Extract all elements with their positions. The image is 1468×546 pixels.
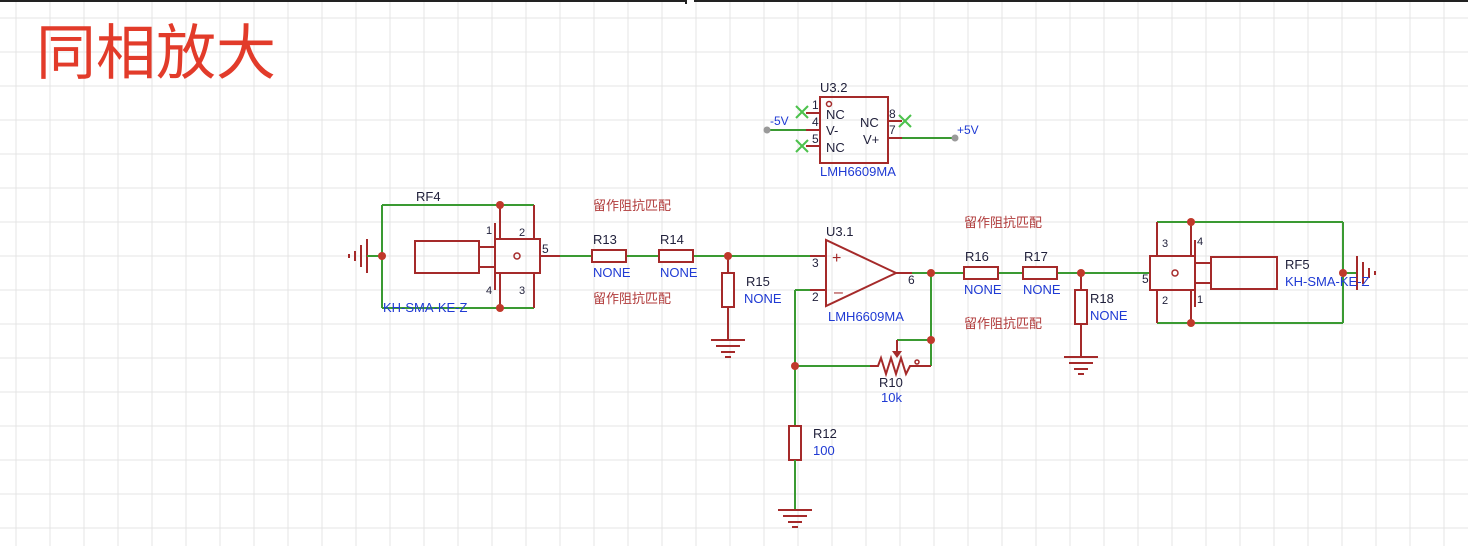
r13-resistor[interactable]: R13 NONE xyxy=(591,232,631,280)
r16-body xyxy=(963,266,999,280)
junction-dot xyxy=(927,336,935,344)
junction-dot xyxy=(1077,269,1085,277)
r18-resistor[interactable]: R18 NONE xyxy=(1074,273,1128,357)
note-impedance-match: 留作阻抗匹配 xyxy=(593,198,671,213)
rf4-neck xyxy=(478,246,496,268)
rf4-barrel xyxy=(414,240,480,274)
r15-body xyxy=(721,272,735,308)
rf4-connector[interactable]: RF4 KH-SMA-KE-Z 1 2 4 3 5 xyxy=(348,189,560,315)
rf5-ref: RF5 xyxy=(1285,257,1310,272)
u3-1-ref: U3.1 xyxy=(826,224,853,239)
r14-ref: R14 xyxy=(660,232,684,247)
r14-value: NONE xyxy=(660,265,698,280)
note-impedance-match: 留作阻抗匹配 xyxy=(964,316,1042,331)
u3-1-value: LMH6609MA xyxy=(828,309,904,324)
u3-2-pin-name: NC xyxy=(860,115,879,130)
minus-sign-icon: – xyxy=(834,284,843,301)
r15-resistor[interactable]: R15 NONE xyxy=(721,256,782,340)
rf5-pin-num: 5 xyxy=(1142,272,1149,286)
r14-resistor[interactable]: R14 NONE xyxy=(658,232,698,280)
u3-2-pin-num: 4 xyxy=(812,115,819,129)
u3-1-pin-num: 6 xyxy=(908,273,915,287)
ground-icon xyxy=(1064,356,1098,375)
r16-value: NONE xyxy=(964,282,1002,297)
junction-dot xyxy=(927,269,935,277)
net-label-neg5v: -5V xyxy=(770,114,789,128)
r12-body xyxy=(788,425,802,461)
rf4-pin-num: 2 xyxy=(519,227,525,239)
u3-2-pin-name: V- xyxy=(826,123,838,138)
u3-2-pin-name: NC xyxy=(826,107,845,122)
u3-1-opamp[interactable]: + – U3.1 LMH6609MA 3 2 6 xyxy=(810,224,915,324)
plus-sign-icon: + xyxy=(832,250,841,267)
rf4-pin-num: 3 xyxy=(519,285,525,297)
junction-dot xyxy=(724,252,732,260)
r18-ref: R18 xyxy=(1090,291,1114,306)
junction-dot xyxy=(791,362,799,370)
rf4-pin-num: 1 xyxy=(486,225,492,237)
junction-dot xyxy=(1187,319,1195,327)
r13-value: NONE xyxy=(593,265,631,280)
r17-value: NONE xyxy=(1023,282,1061,297)
rf4-pin-num: 4 xyxy=(486,285,492,297)
junction-dot xyxy=(496,201,504,209)
note-impedance-match: 留作阻抗匹配 xyxy=(964,215,1042,230)
rf4-ref: RF4 xyxy=(416,189,441,204)
junction-dot xyxy=(1187,218,1195,226)
ground-icon xyxy=(778,509,812,528)
ground-icon xyxy=(711,339,745,358)
r17-ref: R17 xyxy=(1024,249,1048,264)
net-label-pos5v: +5V xyxy=(957,123,979,137)
rf5-pin-num: 3 xyxy=(1162,238,1168,250)
junction-dot xyxy=(496,304,504,312)
r12-value: 100 xyxy=(813,443,835,458)
u3-2-pin-name: NC xyxy=(826,140,845,155)
u3-2-pin-num: 8 xyxy=(889,107,896,121)
u3-2-pin-num: 7 xyxy=(889,123,896,137)
r13-body xyxy=(591,249,627,263)
rf5-pin-num: 4 xyxy=(1197,236,1203,248)
u3-2-ref: U3.2 xyxy=(820,80,847,95)
r14-body xyxy=(658,249,694,263)
r10-ref: R10 xyxy=(879,375,903,390)
r15-ref: R15 xyxy=(746,274,770,289)
r18-value: NONE xyxy=(1090,308,1128,323)
rf5-connector[interactable]: RF5 KH-SMA-KE-Z 3 4 2 1 5 xyxy=(1142,218,1376,327)
rf5-neck xyxy=(1194,262,1212,284)
u3-2-pin-name: V+ xyxy=(863,132,879,147)
u3-1-pin-num: 3 xyxy=(812,256,819,270)
rf5-barrel xyxy=(1210,256,1278,290)
note-impedance-match: 留作阻抗匹配 xyxy=(593,291,671,306)
r15-value: NONE xyxy=(744,291,782,306)
rf5-pin-num: 1 xyxy=(1197,294,1203,306)
page-title: 同相放大 xyxy=(36,19,276,89)
rf5-center-pin-icon xyxy=(1171,269,1179,277)
u3-2-power-symbol[interactable]: U3.2 LMH6609MA 1 4 5 NC V- NC 8 7 NC V+ … xyxy=(763,80,979,179)
r17-body xyxy=(1022,266,1058,280)
junction-dot xyxy=(378,252,386,260)
r13-ref: R13 xyxy=(593,232,617,247)
rf5-pin-num: 2 xyxy=(1162,295,1168,307)
r10-value: 10k xyxy=(881,390,902,405)
r18-body xyxy=(1074,289,1088,325)
rf5-value: KH-SMA-KE-Z xyxy=(1285,274,1370,289)
rf4-value: KH-SMA-KE-Z xyxy=(383,300,468,315)
u3-2-value: LMH6609MA xyxy=(820,164,896,179)
u3-2-pin-num: 5 xyxy=(812,132,819,146)
u3-1-pin-num: 2 xyxy=(812,290,819,304)
pin1-marker-icon xyxy=(825,100,833,108)
r16-ref: R16 xyxy=(965,249,989,264)
pin1-marker-icon xyxy=(914,359,920,365)
rf4-pin-num: 5 xyxy=(542,242,549,256)
r12-resistor[interactable]: R12 100 xyxy=(788,425,837,510)
r12-ref: R12 xyxy=(813,426,837,441)
u3-2-pin-num: 1 xyxy=(812,98,819,112)
